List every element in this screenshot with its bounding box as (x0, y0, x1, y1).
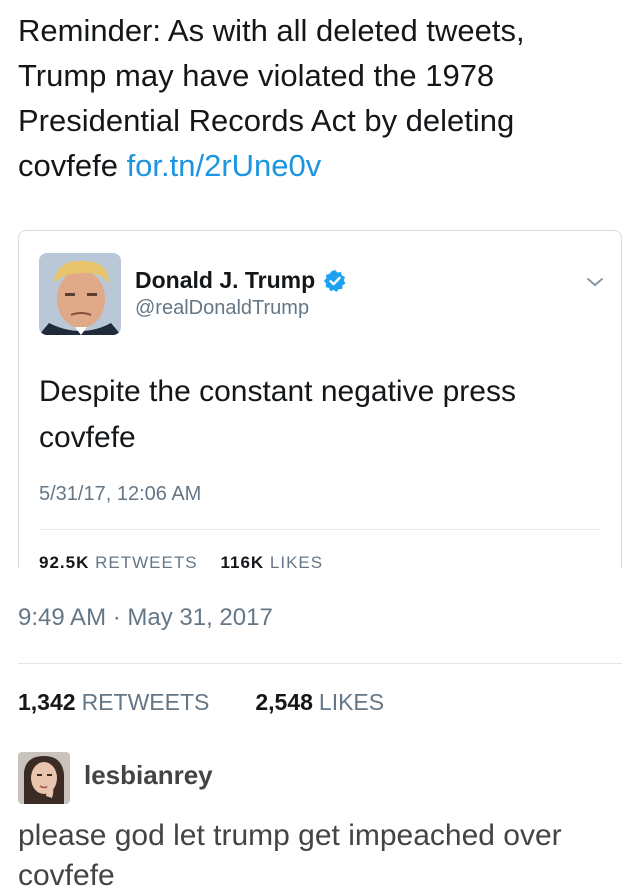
reblog-username[interactable]: lesbianrey (84, 760, 213, 791)
quoted-retweets-label: RETWEETS (95, 553, 198, 568)
tweet-link[interactable]: for.tn/2rUne0v (127, 148, 322, 183)
quoted-tweet-text: Despite the constant negative press covf… (39, 375, 516, 454)
quoted-author-name-row: Donald J. Trump (135, 267, 347, 294)
quoted-tweet-divider (39, 529, 601, 530)
quoted-tweet-timestamp[interactable]: 5/31/17, 12:06 AM (39, 483, 201, 506)
chevron-down-icon[interactable] (585, 275, 605, 289)
tweet-timestamp[interactable]: 9:49 AM · May 31, 2017 (18, 604, 273, 632)
quoted-tweet-card[interactable]: Donald J. Trump @realDonaldTrump Despite… (18, 230, 622, 568)
likes-label: LIKES (318, 689, 385, 715)
likes-stat[interactable]: 2,548 LIKES (255, 689, 384, 716)
quoted-retweets-count[interactable]: 92.5K (39, 553, 89, 568)
tweet-divider (18, 663, 622, 664)
quoted-likes-label: LIKES (269, 553, 324, 568)
tweet-stats: 1,342 RETWEETS 2,548 LIKES (18, 689, 384, 716)
likes-count: 2,548 (255, 689, 313, 715)
retweets-stat[interactable]: 1,342 RETWEETS (18, 689, 209, 716)
retweets-label: RETWEETS (81, 689, 210, 715)
verified-badge-icon (323, 269, 347, 293)
quoted-author-name[interactable]: Donald J. Trump (135, 267, 315, 294)
reblog-comment: please god let trump get impeached over … (18, 819, 562, 891)
retweets-count: 1,342 (18, 689, 76, 715)
tweet-text: Reminder: As with all deleted tweets, Tr… (18, 8, 618, 188)
quoted-author-handle[interactable]: @realDonaldTrump (135, 297, 309, 320)
quoted-tweet-stats: 92.5K RETWEETS 116K LIKES (39, 553, 323, 568)
quoted-likes-count[interactable]: 116K (220, 553, 264, 568)
reblog-user-avatar[interactable] (18, 752, 70, 804)
quoted-author-avatar[interactable] (39, 253, 121, 335)
